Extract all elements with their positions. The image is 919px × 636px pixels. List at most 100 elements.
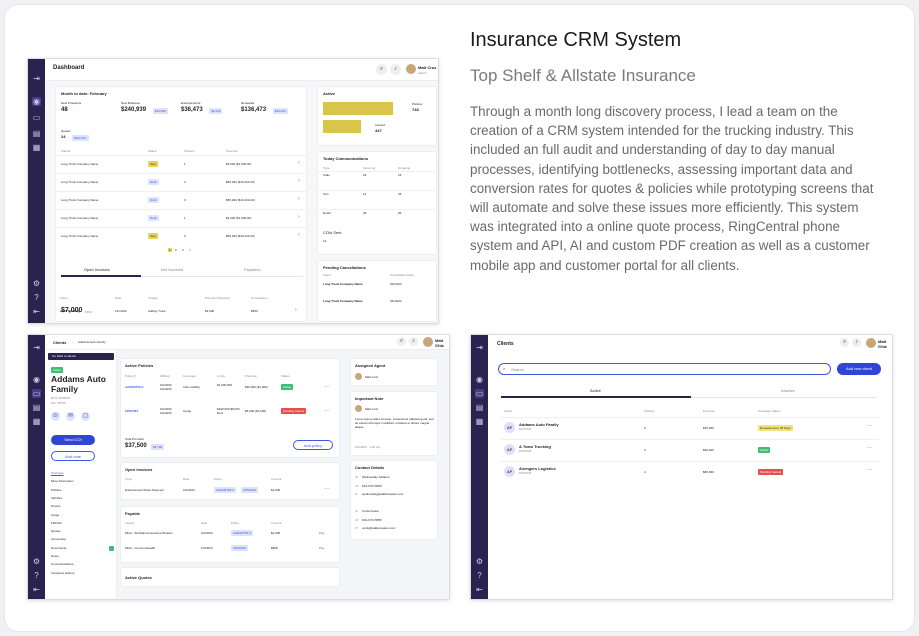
logout-icon[interactable]: ⇤ xyxy=(32,585,41,594)
more-icon[interactable]: ⋯ xyxy=(324,408,329,414)
client-nav-item[interactable]: Insurance History xyxy=(51,571,74,575)
client-nav-item[interactable]: Quotes xyxy=(51,529,61,533)
contact-email[interactable]: uncle@addamsauto.com xyxy=(362,526,395,530)
page-number[interactable]: 2 xyxy=(175,248,177,252)
client-nav-item[interactable]: Notes xyxy=(51,554,59,558)
contact-email[interactable]: wednesday@addamsauto.com xyxy=(362,492,403,496)
client-nav-item[interactable]: Accounting xyxy=(51,537,66,541)
phone-icon[interactable]: ☏ xyxy=(51,412,60,421)
policy-chip[interactable]: CPD0464 xyxy=(241,487,259,493)
contact-phone[interactable]: 619-XXX-5555 xyxy=(362,518,382,522)
contact-name: Uncle Fester xyxy=(362,509,380,513)
client-name[interactable]: A Team Trucking xyxy=(519,444,551,449)
client-nav-item[interactable]: Documents xyxy=(51,546,66,550)
logo-icon: ⇥ xyxy=(33,74,40,83)
policy-chip[interactable]: AAD0I9753-3 xyxy=(231,530,254,536)
table-row[interactable] xyxy=(501,417,879,439)
client-nav-item[interactable]: Cargo xyxy=(51,513,59,517)
page-number[interactable]: 1 xyxy=(168,248,172,252)
chevron-right-icon[interactable]: › xyxy=(298,160,300,166)
add-policy-button[interactable]: Add policy xyxy=(293,440,333,450)
bell-icon[interactable]: ♪ xyxy=(390,64,401,75)
client-name[interactable]: Addams Auto Family xyxy=(519,422,559,427)
documents-nav-icon[interactable]: ▤ xyxy=(32,129,41,138)
policy-number[interactable]: AAD0I9753-3 xyxy=(125,385,143,389)
search-icon[interactable]: ⌕ xyxy=(840,338,849,347)
client-nav-item[interactable]: Communications xyxy=(51,562,73,566)
help-icon[interactable]: ? xyxy=(32,571,41,580)
add-note-button[interactable]: Add note xyxy=(51,451,95,461)
dashboard-nav-icon[interactable]: ◉ xyxy=(32,375,41,384)
client-nav-item[interactable]: Overview xyxy=(51,471,64,475)
pay-link[interactable]: Pay xyxy=(319,546,324,550)
page-number[interactable]: 3 xyxy=(182,248,184,252)
client-nav-item[interactable]: Vehicles xyxy=(51,496,62,500)
active-policies-title[interactable]: Active Policies xyxy=(125,363,153,368)
more-icon[interactable]: ⋯ xyxy=(867,423,872,429)
mail-icon[interactable]: ✉ xyxy=(66,412,75,421)
bell-icon[interactable]: ♪ xyxy=(852,338,861,347)
avatar[interactable] xyxy=(866,338,876,348)
contact-details-title[interactable]: Contact Details xyxy=(355,465,384,470)
client-nav-item[interactable]: Drivers xyxy=(51,504,61,508)
client-nav-item[interactable]: FMCSA xyxy=(51,521,62,525)
important-note-title[interactable]: Important Note xyxy=(355,396,383,401)
more-icon[interactable]: ⋯ xyxy=(867,467,872,473)
dashboard-nav-icon[interactable]: ◉ xyxy=(475,375,484,384)
avatar[interactable] xyxy=(406,64,416,74)
dashboard-nav-icon[interactable]: ◉ xyxy=(32,97,41,106)
client-name[interactable]: Avengers Logistics xyxy=(519,466,556,471)
active-quotes-title[interactable]: Active Quotes xyxy=(125,575,152,580)
clients-nav-icon[interactable]: ▭ xyxy=(32,113,41,122)
reports-nav-icon[interactable]: ▦ xyxy=(32,417,41,426)
reports-nav-icon[interactable]: ▦ xyxy=(32,143,41,152)
more-icon[interactable]: ⋯ xyxy=(324,486,329,492)
documents-nav-icon[interactable]: ▤ xyxy=(32,403,41,412)
add-client-button[interactable]: Add new client xyxy=(837,363,881,375)
chevron-right-icon[interactable]: › xyxy=(295,307,297,313)
table-row[interactable] xyxy=(501,439,879,461)
tab-payables[interactable]: Payables xyxy=(244,267,260,272)
clients-nav-icon[interactable]: ▭ xyxy=(475,389,484,398)
client-nav-item[interactable]: Policies xyxy=(51,488,61,492)
logout-icon[interactable]: ⇤ xyxy=(475,585,484,594)
contact-phone[interactable]: 619-XXX-5555 xyxy=(362,484,382,488)
breadcrumb-root[interactable]: Clients xyxy=(53,340,66,345)
search-bar[interactable]: ⌕ Search xyxy=(498,363,831,375)
help-icon[interactable]: ? xyxy=(475,571,484,580)
chevron-right-icon[interactable]: › xyxy=(298,178,300,184)
policy-chip[interactable]: CPD0464 xyxy=(231,545,249,551)
table-row[interactable] xyxy=(501,461,879,483)
reports-nav-icon[interactable]: ▦ xyxy=(475,417,484,426)
chevron-right-icon[interactable]: › xyxy=(298,232,300,238)
settings-icon[interactable]: ⚙ xyxy=(32,279,41,288)
clients-nav-icon[interactable]: ▭ xyxy=(32,389,41,398)
search-icon[interactable]: ⌕ xyxy=(376,64,387,75)
pay-link[interactable]: Pay xyxy=(319,531,324,535)
bell-icon[interactable]: ♪ xyxy=(409,337,418,346)
policy-number[interactable]: CPD0464 xyxy=(125,409,138,413)
settings-icon[interactable]: ⚙ xyxy=(475,557,484,566)
help-icon[interactable]: ? xyxy=(32,293,41,302)
back-bar[interactable]: Go back to clients xyxy=(48,353,114,360)
back-link[interactable]: Go back to clients xyxy=(52,354,76,358)
more-icon[interactable]: ⋯ xyxy=(867,445,872,451)
search-input[interactable]: Search xyxy=(511,367,524,372)
client-nav-item[interactable]: More Information xyxy=(51,479,74,483)
tab-active[interactable]: Active xyxy=(590,388,601,393)
tab-not-invoiced[interactable]: Not Invoiced xyxy=(161,267,183,272)
chevron-right-icon[interactable]: › xyxy=(298,214,300,220)
tab-inactive[interactable]: Inactive xyxy=(781,388,795,393)
chat-icon[interactable]: ▢ xyxy=(81,412,90,421)
policy-chip[interactable]: AAD0I9753-3 xyxy=(214,487,237,493)
page-number[interactable]: > xyxy=(189,248,191,252)
documents-nav-icon[interactable]: ▤ xyxy=(475,403,484,412)
settings-icon[interactable]: ⚙ xyxy=(32,557,41,566)
search-icon[interactable]: ⌕ xyxy=(397,337,406,346)
send-coi-button[interactable]: Send COI xyxy=(51,435,95,445)
logout-icon[interactable]: ⇤ xyxy=(32,307,41,316)
more-icon[interactable]: ⋯ xyxy=(324,384,329,390)
chevron-right-icon[interactable]: › xyxy=(298,196,300,202)
avatar[interactable] xyxy=(423,337,433,347)
tab-open-invoices[interactable]: Open Invoices xyxy=(84,267,110,272)
